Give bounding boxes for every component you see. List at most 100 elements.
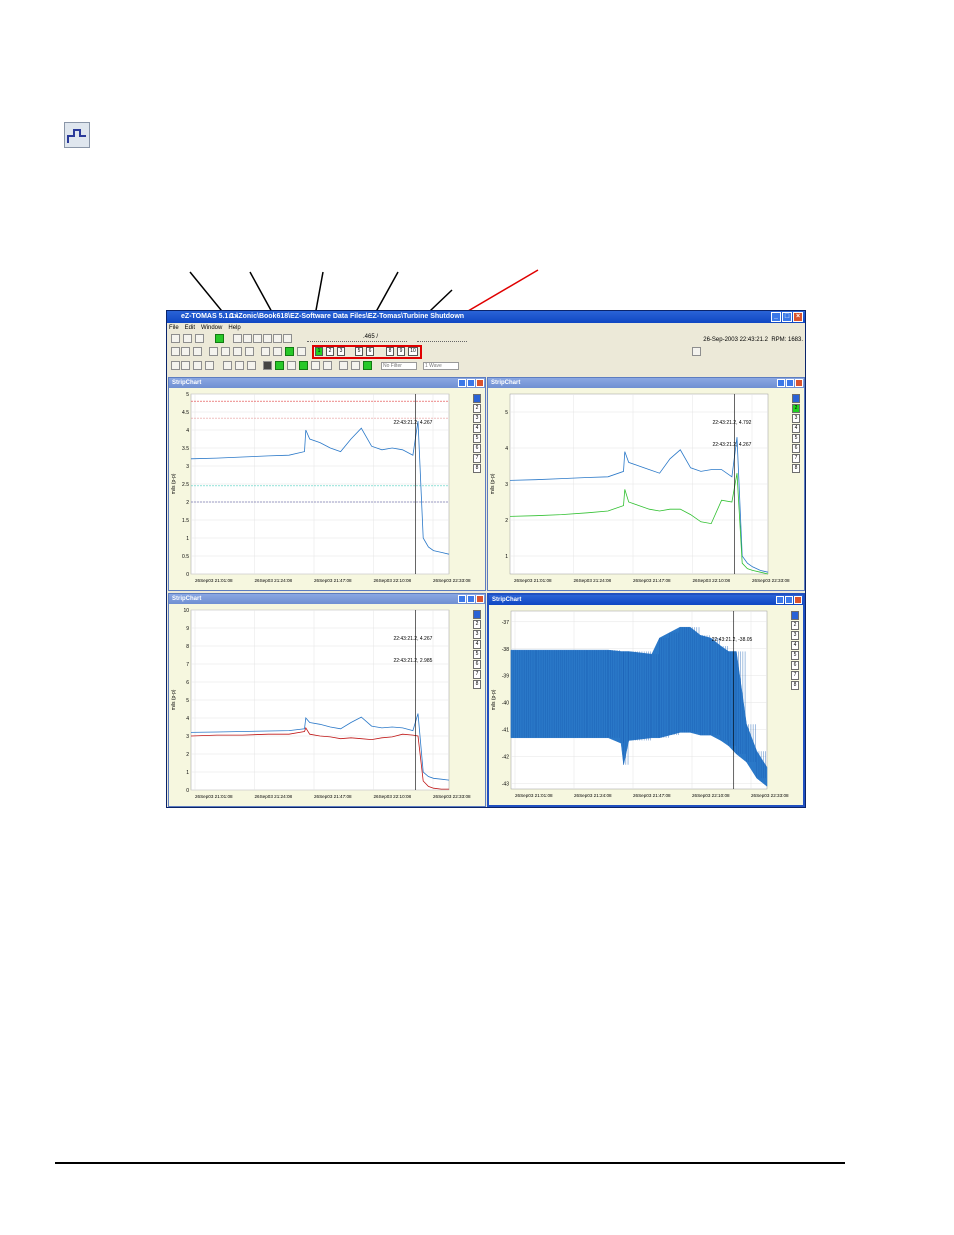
plot-icon[interactable]	[261, 347, 270, 356]
play-back-icon[interactable]	[253, 334, 262, 343]
stop-playback-icon[interactable]	[263, 334, 272, 343]
channel-tab[interactable]: 2	[473, 620, 481, 629]
minimize-button[interactable]	[458, 379, 466, 387]
channel-tab[interactable]: 4	[473, 640, 481, 649]
cursor-icon[interactable]	[287, 361, 296, 370]
channel-tab[interactable]: 7	[473, 454, 481, 463]
fast-forward-icon[interactable]	[283, 334, 292, 343]
stripchart-window-2[interactable]: StripChart 1 2 3 4 5 26Sep03 21:01:08 26Sep03 …	[487, 377, 805, 591]
channel-tab[interactable]: 3	[792, 414, 800, 423]
playback-value: .465 /	[363, 334, 379, 340]
plot-icon[interactable]	[221, 347, 230, 356]
channel-tab[interactable]: 7	[792, 454, 800, 463]
view-icon[interactable]	[171, 347, 180, 356]
channel-tab[interactable]: 5	[791, 651, 799, 660]
view-icon[interactable]	[181, 347, 190, 356]
cursor-icon[interactable]	[339, 361, 348, 370]
pause-icon[interactable]	[183, 334, 192, 343]
play-icon[interactable]	[273, 334, 282, 343]
close-button[interactable]	[476, 379, 484, 387]
plot-icon[interactable]	[205, 361, 214, 370]
minimize-button[interactable]	[777, 379, 785, 387]
channel-tab[interactable]: 7	[791, 671, 799, 680]
channel-tab[interactable]: 3	[791, 631, 799, 640]
maximize-button[interactable]	[786, 379, 794, 387]
channel-tab[interactable]: 8	[791, 681, 799, 690]
filter-select[interactable]: No Filter	[381, 362, 417, 370]
channel-tab[interactable]: 2	[473, 404, 481, 413]
channel-tab[interactable]: 1	[473, 394, 481, 403]
channel-tab[interactable]: 8	[792, 464, 800, 473]
channel-tab[interactable]: 2	[792, 404, 800, 413]
view-icon[interactable]	[193, 347, 202, 356]
playback-slider[interactable]	[307, 338, 407, 342]
minimize-button[interactable]	[458, 595, 466, 603]
close-button[interactable]: ×	[793, 312, 803, 322]
channel-tab[interactable]: 2	[791, 621, 799, 630]
plot-icon[interactable]	[297, 347, 306, 356]
camera-icon[interactable]	[263, 361, 272, 370]
record-icon[interactable]	[171, 334, 180, 343]
channel-tab[interactable]: 4	[791, 641, 799, 650]
plot-icon[interactable]	[209, 347, 218, 356]
plot-icon[interactable]	[273, 347, 282, 356]
channel-tab[interactable]: 4	[792, 424, 800, 433]
menu-file[interactable]: File	[169, 323, 179, 333]
close-button[interactable]	[795, 379, 803, 387]
close-button[interactable]	[794, 596, 802, 604]
channel-tab[interactable]: 8	[473, 464, 481, 473]
channel-tab[interactable]: 3	[473, 630, 481, 639]
channel-tab[interactable]: 5	[473, 434, 481, 443]
crosshair-icon[interactable]	[351, 361, 360, 370]
channel-tab[interactable]: 6	[473, 444, 481, 453]
stripchart-window-4[interactable]: StripChart -43 -42 -41 -40 -39 -38 -37 26Sep03 …	[487, 593, 805, 807]
channel-tab[interactable]: 6	[473, 660, 481, 669]
acquire-icon[interactable]	[215, 334, 224, 343]
cursor-icon[interactable]	[323, 361, 332, 370]
channel-tab[interactable]: 4	[473, 424, 481, 433]
maximize-button[interactable]: □	[782, 312, 792, 322]
plot-icon[interactable]	[223, 361, 232, 370]
channel-tab[interactable]: 7	[473, 670, 481, 679]
plot-icon[interactable]	[193, 361, 202, 370]
channel-tab[interactable]: 5	[792, 434, 800, 443]
plot-icon[interactable]	[181, 361, 190, 370]
channel-tab[interactable]: 6	[791, 661, 799, 670]
maximize-button[interactable]	[467, 379, 475, 387]
menu-edit[interactable]: Edit	[185, 323, 195, 333]
close-button[interactable]	[476, 595, 484, 603]
x-tick-label: 26Sep03 21:01:08	[514, 578, 552, 583]
channel-tab[interactable]: 3	[473, 414, 481, 423]
globe-icon[interactable]	[363, 361, 372, 370]
plot-icon[interactable]	[235, 361, 244, 370]
cursor-icon[interactable]	[275, 361, 284, 370]
menu-help[interactable]: Help	[228, 323, 240, 333]
maximize-button[interactable]	[467, 595, 475, 603]
channel-tab[interactable]: 6	[792, 444, 800, 453]
channel-tab[interactable]: 1	[792, 394, 800, 403]
rewind-icon[interactable]	[233, 334, 242, 343]
cursor-icon[interactable]	[299, 361, 308, 370]
info-icon[interactable]	[692, 347, 701, 356]
menu-window[interactable]: Window	[201, 323, 222, 333]
channel-tab[interactable]: 1	[791, 611, 799, 620]
step-back-icon[interactable]	[243, 334, 252, 343]
stripchart-window-1[interactable]: StripChart 0 0.5 1 1.5 2 2.5 3 3.5 4 4.5 5 26Sep03 …	[168, 377, 486, 591]
y-tick-label: -42	[502, 755, 509, 761]
plot-icon[interactable]	[233, 347, 242, 356]
plot-icon[interactable]	[245, 347, 254, 356]
channel-tab[interactable]: 5	[473, 650, 481, 659]
maximize-button[interactable]	[785, 596, 793, 604]
channel-tab[interactable]: 8	[473, 680, 481, 689]
minimize-button[interactable]: _	[771, 312, 781, 322]
channel-tab[interactable]: 1	[473, 610, 481, 619]
wave-select[interactable]: 1 Wave	[423, 362, 459, 370]
stripchart-window-3[interactable]: StripChart 0 1 2 3 4 5 6 7 8 9 10 26Sep03 21:01:08 2…	[168, 593, 486, 807]
minimize-button[interactable]	[776, 596, 784, 604]
cursor-icon[interactable]	[311, 361, 320, 370]
stripchart-view-icon[interactable]	[285, 347, 294, 356]
plot-icon[interactable]	[247, 361, 256, 370]
stop-icon[interactable]	[195, 334, 204, 343]
zoom-icon[interactable]	[171, 361, 180, 370]
playback-slider-right[interactable]	[417, 338, 467, 342]
